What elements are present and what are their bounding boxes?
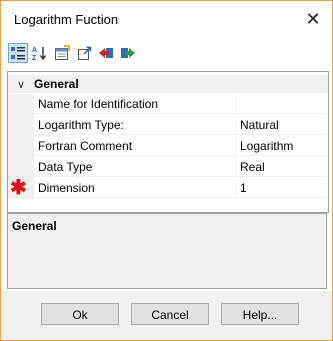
row-margin (8, 115, 34, 136)
property-name: Dimension (34, 178, 236, 198)
property-name: Data Type (34, 157, 236, 177)
property-row-name-for-identification[interactable]: Name for Identification (8, 94, 328, 115)
import-red-button[interactable] (97, 44, 115, 62)
property-value[interactable]: Real (236, 157, 328, 177)
property-name: Fortran Comment (34, 136, 236, 156)
property-grid: ∨ General Name for Identification Logari… (7, 71, 329, 213)
categorized-view-button[interactable] (8, 43, 28, 63)
description-panel: General (7, 213, 327, 289)
property-row-dimension[interactable]: ✱ Dimension 1 (8, 177, 328, 199)
import-green-button[interactable] (119, 44, 137, 62)
svg-text:Z: Z (32, 55, 37, 61)
property-name: Name for Identification (34, 94, 236, 114)
import-green-icon (121, 48, 135, 58)
property-value[interactable]: Logarithm (236, 136, 328, 156)
property-row-data-type[interactable]: Data Type Real (8, 157, 328, 178)
property-value[interactable]: 1 (236, 178, 328, 198)
import-red-icon (99, 48, 113, 58)
category-general-row[interactable]: ∨ General (8, 75, 328, 93)
alphabetical-sort-button[interactable]: A Z (31, 44, 49, 62)
row-margin: ✱ (8, 177, 34, 199)
row-margin (8, 157, 34, 178)
property-row-fortran-comment[interactable]: Fortran Comment Logarithm (8, 136, 328, 157)
row-margin (8, 94, 34, 115)
help-button[interactable]: Help... (221, 303, 299, 325)
property-grid-toolbar: A Z (7, 41, 327, 67)
property-row-logarithm-type[interactable]: Logarithm Type: Natural (8, 115, 328, 136)
property-pages-button[interactable] (53, 44, 71, 62)
property-pages-icon (55, 45, 70, 60)
property-name: Logarithm Type: (34, 115, 236, 135)
export-icon (78, 46, 92, 60)
svg-text:A: A (32, 47, 37, 54)
categorized-view-icon (11, 47, 25, 60)
category-label: General (34, 77, 79, 91)
window-title: Logarithm Fuction (14, 12, 119, 27)
export-button[interactable] (75, 44, 93, 62)
title-bar: Logarithm Fuction ✕ (1, 1, 332, 39)
ok-button[interactable]: Ok (41, 303, 119, 325)
chevron-down-icon[interactable]: ∨ (8, 78, 34, 91)
required-asterisk-icon: ✱ (10, 177, 27, 199)
property-value[interactable]: Natural (236, 115, 328, 135)
description-title: General (12, 219, 57, 233)
property-value[interactable] (236, 94, 328, 114)
cancel-button[interactable]: Cancel (131, 303, 209, 325)
dialog-footer: Ok Cancel Help... (1, 291, 332, 340)
logarithm-function-dialog: Logarithm Fuction ✕ A Z ∨ General Name f… (0, 0, 333, 341)
close-icon[interactable]: ✕ (302, 8, 324, 30)
alphabetical-sort-icon: A Z (32, 47, 47, 61)
row-margin (8, 136, 34, 157)
